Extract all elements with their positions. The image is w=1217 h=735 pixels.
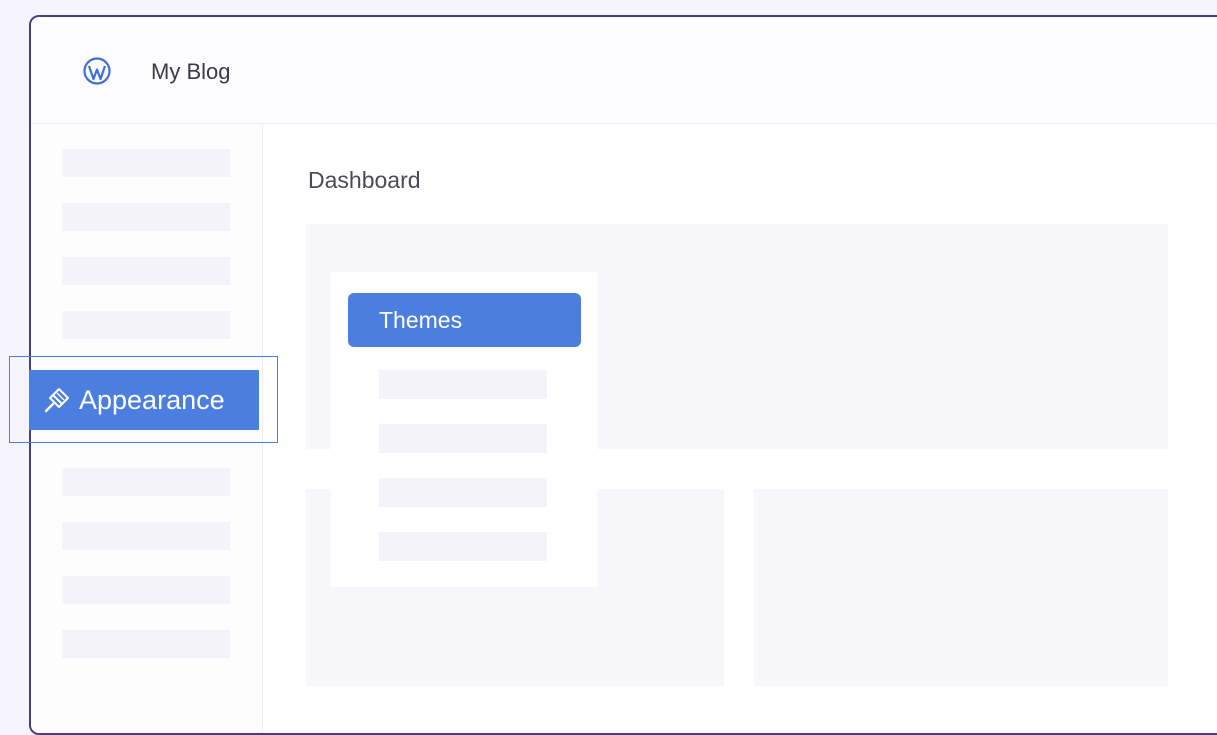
sidebar-item-placeholder[interactable] [62,630,230,658]
submenu-item-themes[interactable]: Themes [348,293,581,347]
focus-highlight-box [9,356,278,443]
page-title: Dashboard [308,167,421,193]
wordpress-logo-icon[interactable] [83,57,111,85]
appearance-submenu: Themes [331,272,597,587]
sidebar-item-placeholder[interactable] [62,522,230,550]
sidebar-item-placeholder[interactable] [62,576,230,604]
top-bar: My Blog [31,17,1217,124]
site-title[interactable]: My Blog [151,59,230,85]
sidebar-item-placeholder[interactable] [62,311,230,339]
sidebar-item-placeholder[interactable] [62,203,230,231]
sidebar-item-placeholder[interactable] [62,468,230,496]
submenu-item-placeholder[interactable] [379,370,547,399]
submenu-item-placeholder[interactable] [379,478,547,507]
sidebar-item-placeholder[interactable] [62,257,230,285]
submenu-item-placeholder[interactable] [379,424,547,453]
sidebar-item-placeholder[interactable] [62,149,230,177]
content-panel-bottom-right [754,489,1168,686]
submenu-item-placeholder[interactable] [379,532,547,561]
